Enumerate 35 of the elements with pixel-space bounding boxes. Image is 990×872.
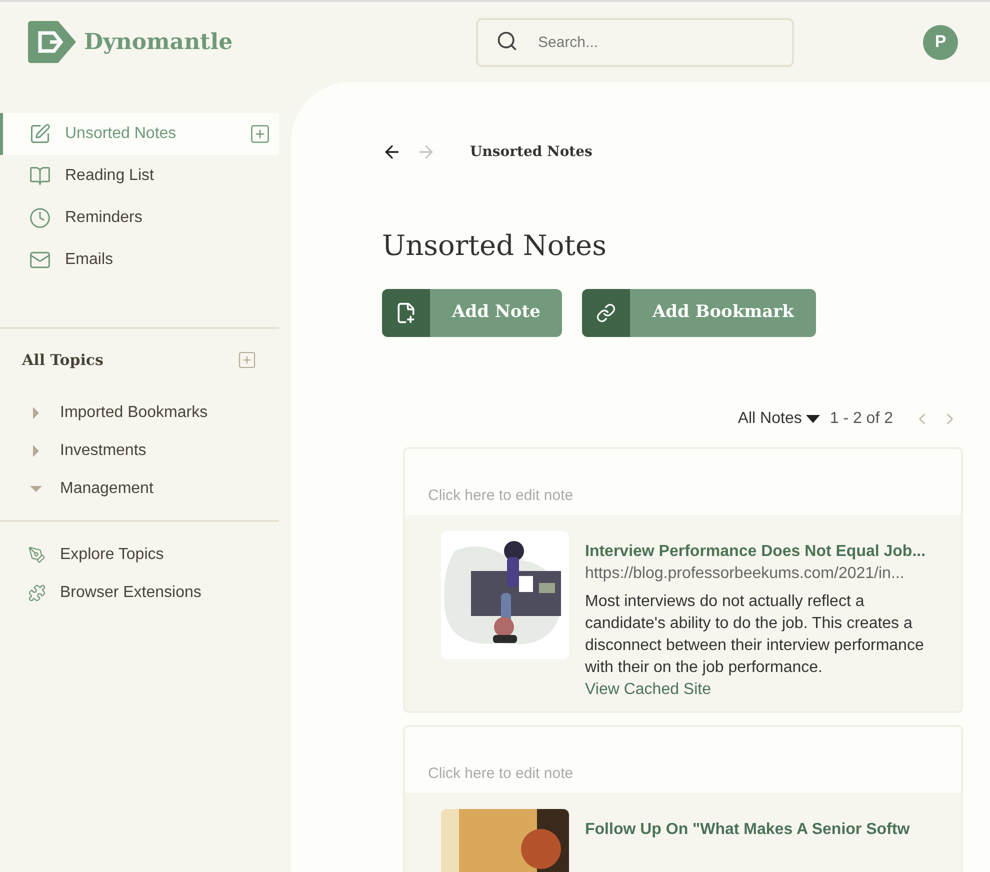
breadcrumb: Unsorted Notes [470, 142, 592, 162]
logo-text: Dynomantle [84, 28, 233, 56]
sidebar-link[interactable]: Browser Extensions [0, 574, 279, 612]
caret-down-icon [806, 415, 820, 423]
topic-item[interactable]: Imported Bookmarks [0, 394, 279, 432]
puzzle-icon [28, 584, 46, 602]
page-title: Unsorted Notes [382, 228, 608, 264]
sidebar-item[interactable]: Reading List [0, 155, 279, 197]
section-heading: All Topics [22, 350, 104, 371]
caret-right-icon[interactable] [30, 444, 42, 456]
sidebar-item[interactable]: Reminders [0, 197, 279, 239]
page-range: 1 - 2 of 2 [830, 409, 893, 429]
topic-item[interactable]: Management [0, 470, 279, 508]
bookmark-title[interactable]: Interview Performance Does Not Equal Job... [585, 541, 929, 563]
file-plus-icon [395, 302, 417, 324]
bookmark-description: Most interviews do not actually reflect a candidate's ability to do the job. This creates a disconnect between their interview performance with their on the job performance. [585, 592, 925, 678]
sidebar-item[interactable]: Emails [0, 239, 279, 281]
search-field[interactable]: Search... [476, 18, 794, 66]
bookmark-url: https://blog.professorbeekums.com/2021/in... [585, 564, 906, 584]
add-icon[interactable] [249, 123, 271, 145]
mail-icon [29, 249, 51, 271]
book-icon [29, 165, 51, 187]
bookmark-title[interactable]: Follow Up On "What Makes A Senior Softw [585, 819, 929, 841]
clock-icon [29, 207, 51, 229]
filter-dropdown[interactable]: All Notes [738, 407, 820, 431]
link-icon [596, 303, 616, 323]
edit-icon [29, 123, 51, 145]
topic-item[interactable]: Investments [0, 432, 279, 470]
cached-site-link[interactable]: View Cached Site [585, 679, 929, 701]
sidebar-link[interactable]: Explore Topics [0, 536, 279, 574]
add-icon[interactable] [237, 350, 257, 370]
logo-icon [28, 21, 76, 63]
search-icon [496, 30, 518, 52]
caret-right-icon[interactable] [30, 406, 42, 418]
pen-tool-icon [28, 546, 46, 564]
